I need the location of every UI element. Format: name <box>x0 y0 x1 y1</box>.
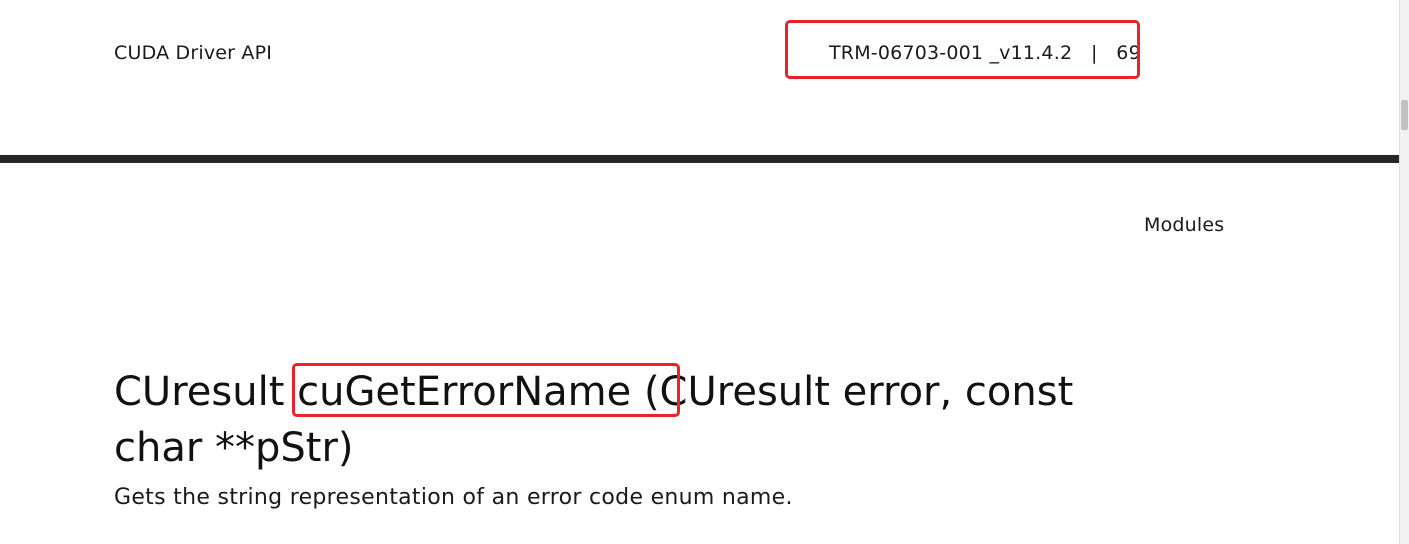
function-return-type: CUresult <box>114 369 285 415</box>
scrollbar-thumb[interactable] <box>1401 100 1408 130</box>
document-id: TRM-06703-001 _v11.4.2 <box>829 42 1073 64</box>
section-label: Modules <box>1144 214 1225 236</box>
document-page: CUDA Driver API TRM-06703-001 _v11.4.2 |… <box>0 0 1399 544</box>
page-header-info: TRM-06703-001 _v11.4.2 | 69 <box>829 40 1141 66</box>
function-description: Gets the string representation of an err… <box>114 485 793 510</box>
document-viewer: CUDA Driver API TRM-06703-001 _v11.4.2 |… <box>0 0 1409 544</box>
page-divider <box>0 155 1399 163</box>
vertical-scrollbar[interactable] <box>1399 0 1409 544</box>
page-number: 69 <box>1116 42 1141 64</box>
document-title: CUDA Driver API <box>114 42 273 64</box>
function-name: cuGetErrorName <box>297 369 632 415</box>
header-separator: | <box>1090 42 1098 64</box>
function-signature: CUresult cuGetErrorName (CUresult error,… <box>114 364 1174 476</box>
